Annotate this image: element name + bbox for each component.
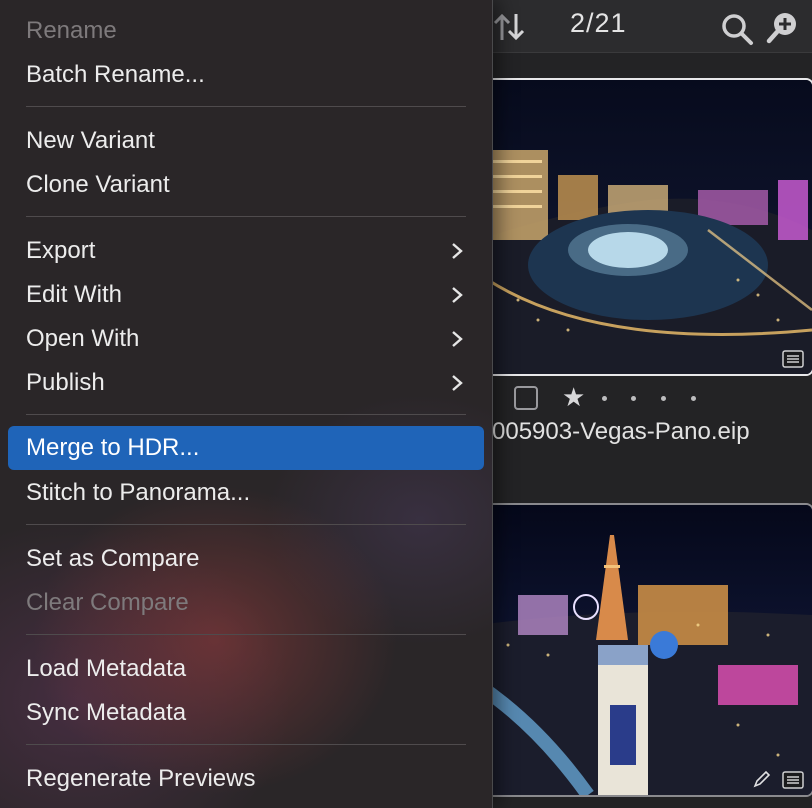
thumbnail-2[interactable]: [476, 503, 812, 797]
menu-item-regenerate-previews[interactable]: Regenerate Previews: [8, 757, 484, 801]
star-rating-3[interactable]: [631, 396, 636, 401]
menu-item-edit-with[interactable]: Edit With: [8, 273, 484, 317]
image-counter: 2/21: [570, 8, 627, 38]
menu-separator: [26, 106, 466, 107]
menu-item-publish[interactable]: Publish: [8, 361, 484, 405]
context-menu: Rename Batch Rename... New Variant Clone…: [0, 0, 493, 808]
metadata-icon[interactable]: [782, 771, 804, 789]
chevron-right-icon: [452, 331, 463, 347]
browser-toolbar: 2/21: [470, 0, 812, 53]
menu-item-load-metadata[interactable]: Load Metadata: [8, 647, 484, 691]
vegas-pano-image: [478, 80, 812, 374]
chevron-right-icon: [452, 375, 463, 391]
menu-item-stitch-to-panorama[interactable]: Stitch to Panorama...: [8, 471, 484, 515]
chevron-right-icon: [452, 287, 463, 303]
rating-row: ★: [470, 382, 812, 416]
menu-separator: [26, 216, 466, 217]
menu-item-new-variant[interactable]: New Variant: [8, 119, 484, 163]
menu-item-clear-compare: Clear Compare: [26, 589, 189, 616]
star-rating-5[interactable]: [691, 396, 696, 401]
menu-item-merge-to-hdr[interactable]: Merge to HDR...: [8, 426, 484, 470]
thumbnail-1[interactable]: [476, 78, 812, 376]
menu-separator: [26, 524, 466, 525]
menu-item-label: Publish: [26, 369, 105, 396]
menu-item-rename: Rename: [26, 17, 117, 44]
search-icon[interactable]: [720, 12, 754, 51]
pencil-icon[interactable]: [752, 769, 772, 789]
sort-icon[interactable]: [490, 12, 530, 47]
menu-separator: [26, 744, 466, 745]
zoom-in-icon[interactable]: [766, 10, 800, 49]
menu-item-sync-metadata[interactable]: Sync Metadata: [8, 691, 484, 735]
star-rating-2[interactable]: [602, 396, 607, 401]
select-checkbox[interactable]: [514, 386, 538, 410]
menu-item-batch-rename[interactable]: Batch Rename...: [8, 53, 484, 97]
menu-item-label: Export: [26, 237, 96, 264]
menu-item-label: Open With: [26, 325, 140, 352]
vegas-strip-image: [478, 505, 812, 795]
menu-item-label: Edit With: [26, 281, 123, 308]
menu-separator: [26, 634, 466, 635]
chevron-right-icon: [452, 243, 463, 259]
image-browser: 2/21 ★ 005903-Vegas-Pano.eip: [470, 0, 812, 808]
star-rating-1[interactable]: ★: [562, 382, 585, 412]
menu-item-export[interactable]: Export: [8, 229, 484, 273]
star-rating-4[interactable]: [661, 396, 666, 401]
menu-item-clone-variant[interactable]: Clone Variant: [8, 163, 484, 207]
menu-item-set-as-compare[interactable]: Set as Compare: [8, 537, 484, 581]
metadata-icon[interactable]: [782, 350, 804, 368]
menu-separator: [26, 414, 466, 415]
thumbnail-filename: 005903-Vegas-Pano.eip: [492, 418, 750, 445]
menu-item-open-with[interactable]: Open With: [8, 317, 484, 361]
